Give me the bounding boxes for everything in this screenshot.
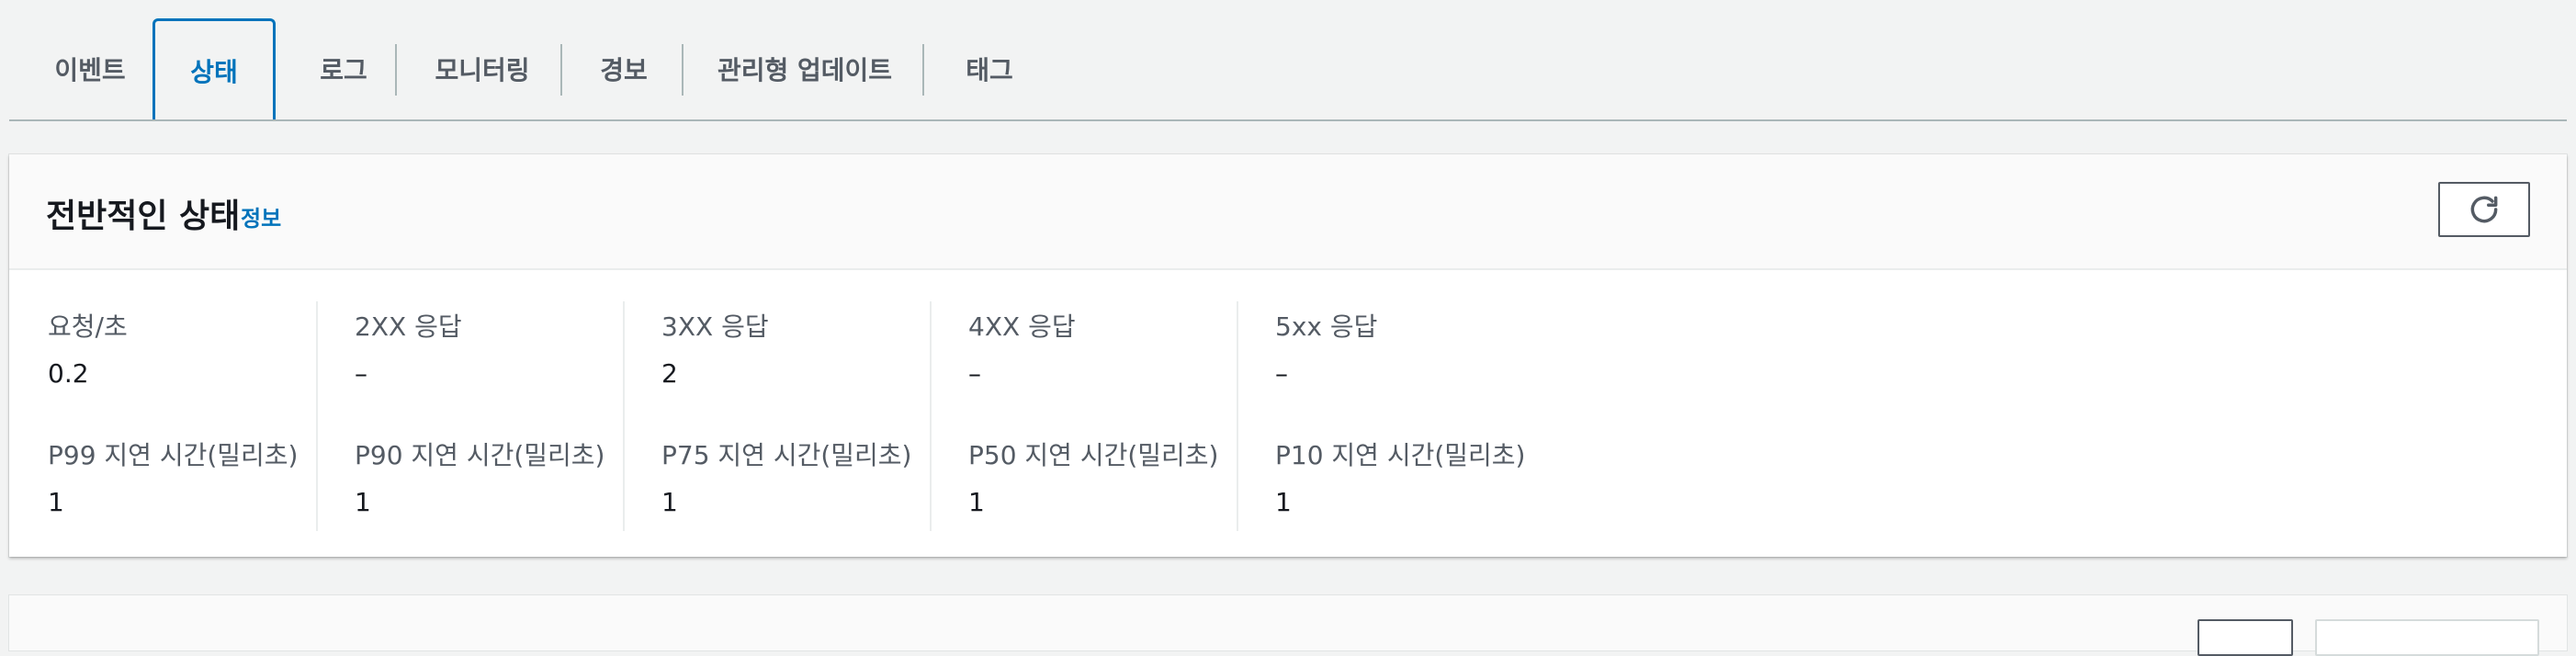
next-panel (9, 595, 2567, 656)
tab-alarms[interactable]: 경보 (562, 18, 685, 119)
responses-4xx-label: 4XX 응답 (968, 311, 1076, 342)
responses-3xx-value: 2 (661, 358, 678, 389)
latency-p50-label: P50 지연 시간(밀리초) (968, 440, 1219, 470)
responses-5xx-value: – (1275, 358, 1288, 389)
next-panel-button[interactable] (2198, 619, 2293, 656)
tab-managed-updates[interactable]: 관리형 업데이트 (684, 18, 926, 119)
responses-2xx-value: – (355, 358, 367, 389)
tab-logs[interactable]: 로그 (276, 18, 412, 119)
tab-health[interactable]: 상태 (153, 18, 276, 119)
latency-p50-value: 1 (968, 487, 985, 517)
requests-per-second-value: 0.2 (48, 358, 89, 389)
latency-p99-value: 1 (48, 487, 64, 517)
tab-bar: 이벤트 상태 로그 모니터링 경보 관리형 업데이트 태그 (9, 0, 2567, 121)
latency-p75-value: 1 (661, 487, 678, 517)
latency-p10-label: P10 지연 시간(밀리초) (1275, 440, 1526, 470)
requests-per-second-label: 요청/초 (48, 311, 128, 342)
responses-3xx-label: 3XX 응답 (661, 311, 769, 342)
latency-p99-label: P99 지연 시간(밀리초) (48, 440, 299, 470)
tab-tags[interactable]: 태그 (924, 18, 1055, 119)
responses-2xx-label: 2XX 응답 (355, 311, 462, 342)
info-link[interactable]: 정보 (241, 200, 281, 232)
refresh-button[interactable] (2438, 182, 2530, 237)
latency-p75-label: P75 지연 시간(밀리초) (661, 440, 912, 470)
panel-header: 전반적인 상태 정보 (9, 154, 2567, 270)
next-panel-button-secondary[interactable] (2315, 619, 2539, 656)
responses-4xx-value: – (968, 358, 981, 389)
latency-p10-value: 1 (1275, 487, 1292, 517)
refresh-icon (2467, 192, 2502, 227)
tab-events[interactable]: 이벤트 (22, 18, 158, 119)
responses-5xx-label: 5xx 응답 (1275, 311, 1378, 342)
latency-p90-label: P90 지연 시간(밀리초) (355, 440, 605, 470)
panel-title: 전반적인 상태 (46, 198, 241, 235)
tab-monitoring[interactable]: 모니터링 (397, 18, 568, 119)
overall-health-panel: 전반적인 상태 정보 요청/초 0.2 2XX 응답 – 3XX 응답 2 4X… (9, 154, 2567, 557)
latency-p90-value: 1 (355, 487, 371, 517)
